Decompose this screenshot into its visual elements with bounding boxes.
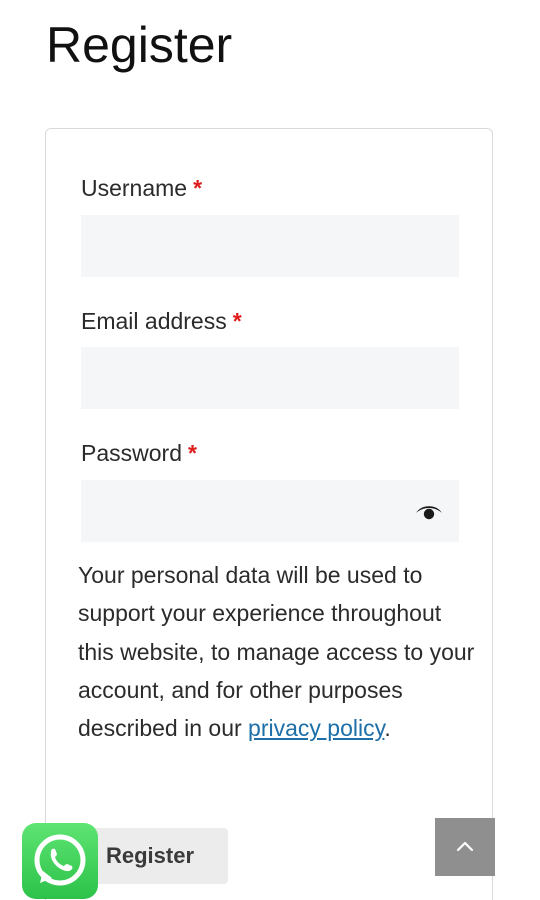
email-label: Email address * bbox=[81, 307, 242, 335]
username-input[interactable] bbox=[81, 215, 459, 277]
page-title: Register bbox=[46, 17, 233, 73]
privacy-notice-end: . bbox=[384, 715, 391, 742]
password-label-text: Password bbox=[81, 440, 182, 466]
chevron-up-icon bbox=[456, 841, 474, 852]
required-marker: * bbox=[187, 440, 197, 466]
privacy-policy-link[interactable]: privacy policy bbox=[248, 715, 384, 741]
required-marker: * bbox=[193, 175, 203, 201]
privacy-notice: Your personal data will be used to suppo… bbox=[78, 556, 478, 747]
password-label: Password * bbox=[81, 439, 197, 467]
password-input[interactable] bbox=[81, 480, 459, 542]
required-marker: * bbox=[232, 308, 242, 334]
whatsapp-icon[interactable] bbox=[22, 823, 98, 899]
email-input[interactable] bbox=[81, 347, 459, 409]
scroll-to-top-button[interactable] bbox=[435, 818, 495, 876]
eye-icon[interactable] bbox=[414, 500, 444, 524]
username-label-text: Username bbox=[81, 175, 188, 201]
email-label-text: Email address bbox=[81, 308, 227, 334]
username-label: Username * bbox=[81, 174, 202, 202]
register-button[interactable]: Register bbox=[84, 828, 228, 884]
register-page: Register Username * Email address * Passwo… bbox=[0, 0, 540, 900]
